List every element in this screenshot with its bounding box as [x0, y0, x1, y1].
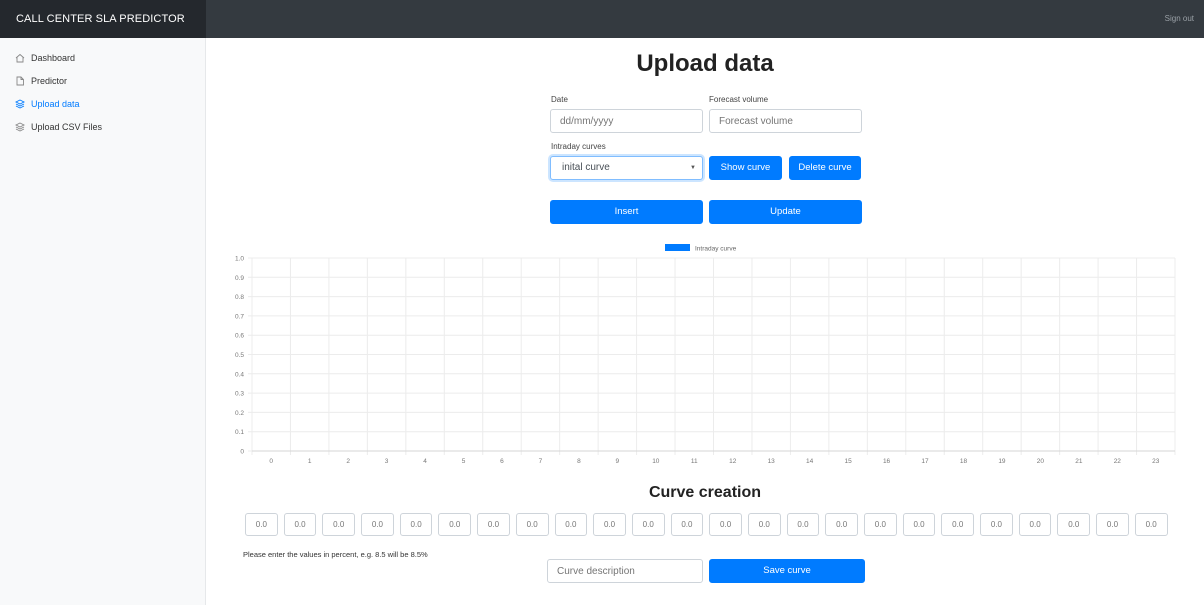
date-field[interactable] [550, 109, 703, 133]
x-tick-label: 0 [269, 458, 273, 465]
y-tick-label: 0 [240, 449, 244, 456]
sidebar-item-predictor[interactable]: Predictor [0, 69, 205, 92]
x-tick-label: 15 [844, 458, 852, 465]
y-tick-label: 0.2 [235, 410, 244, 417]
curve-value-input-23[interactable]: 0.0 [1134, 513, 1168, 536]
x-tick-label: 23 [1152, 458, 1160, 465]
x-tick-label: 1 [308, 458, 312, 465]
y-tick-label: 0.9 [235, 275, 244, 282]
curve-value-input-2[interactable]: 0.0 [322, 513, 356, 536]
select-value: inital curve [562, 162, 610, 173]
curve-value-input-13[interactable]: 0.0 [747, 513, 781, 536]
layers-icon [15, 121, 25, 132]
percent-hint: Please enter the values in percent, e.g.… [243, 550, 428, 559]
curve-value-input-17[interactable]: 0.0 [902, 513, 936, 536]
y-tick-label: 0.3 [235, 391, 244, 398]
curve-value-input-0[interactable]: 0.0 [245, 513, 278, 536]
x-tick-label: 2 [346, 458, 350, 465]
date-label: Date [551, 95, 568, 104]
curve-value-input-10[interactable]: 0.0 [631, 513, 665, 536]
sidebar-item-upload-data[interactable]: Upload data [0, 92, 205, 115]
x-tick-label: 3 [385, 458, 389, 465]
x-tick-label: 19 [998, 458, 1006, 465]
y-tick-label: 0.1 [235, 429, 244, 436]
x-tick-label: 16 [883, 458, 891, 465]
curve-description-field[interactable] [547, 559, 703, 583]
x-tick-label: 21 [1075, 458, 1083, 465]
curve-value-input-22[interactable]: 0.0 [1096, 513, 1129, 536]
y-tick-label: 1.0 [235, 256, 244, 263]
show-curve-button[interactable]: Show curve [709, 156, 782, 180]
curve-value-input-8[interactable]: 0.0 [554, 513, 588, 536]
x-tick-label: 17 [921, 458, 929, 465]
curve-value-input-12[interactable]: 0.0 [709, 513, 742, 536]
x-tick-label: 11 [691, 458, 698, 465]
delete-curve-button[interactable]: Delete curve [789, 156, 861, 180]
y-tick-label: 0.4 [235, 371, 244, 378]
x-tick-label: 22 [1114, 458, 1122, 465]
y-tick-label: 0.6 [235, 333, 244, 340]
chevron-down-icon: ▼ [690, 165, 696, 171]
curve-value-input-18[interactable]: 0.0 [941, 513, 975, 536]
x-tick-label: 5 [462, 458, 466, 465]
home-icon [15, 53, 25, 62]
legend-label: Intraday curve [695, 246, 737, 253]
y-tick-label: 0.8 [235, 294, 244, 301]
intraday-curve-chart: Intraday curve 0 0.1 0.2 0.3 0.4 0.5 0.6 0.7 0.8… [235, 244, 1176, 465]
sidebar-item-label: Predictor [31, 75, 68, 86]
x-tick-label: 4 [423, 458, 427, 465]
curve-value-input-6[interactable]: 0.0 [477, 513, 510, 536]
curve-value-input-21[interactable]: 0.0 [1057, 513, 1091, 536]
sidebar: Dashboard Predictor Upload data Upload C… [0, 38, 206, 605]
curve-value-input-15[interactable]: 0.0 [825, 513, 858, 536]
intraday-curves-label: Intraday curves [551, 142, 606, 151]
top-navbar: CALL CENTER SLA PREDICTOR Sign out [0, 0, 1204, 38]
curve-value-input-19[interactable]: 0.0 [980, 513, 1013, 536]
layers-icon [15, 98, 25, 109]
curve-creation-title: Curve creation [648, 484, 762, 501]
forecast-volume-field[interactable] [709, 109, 862, 133]
file-icon [16, 76, 24, 85]
sidebar-item-label: Upload data [31, 98, 80, 109]
page-title: Upload data [636, 50, 774, 77]
legend-swatch [665, 244, 690, 251]
forecast-volume-label: Forecast volume [709, 95, 769, 104]
update-button[interactable]: Update [709, 200, 862, 224]
curve-value-input-9[interactable]: 0.0 [593, 513, 626, 536]
x-tick-label: 20 [1037, 458, 1045, 465]
curve-value-input-16[interactable]: 0.0 [864, 513, 897, 536]
sidebar-item-upload-csv-files[interactable]: Upload CSV Files [0, 115, 205, 138]
curve-value-inputs: 0.0 0.0 0.0 0.0 0.0 0.0 0.0 0.0 0.0 0.0 0.0 0.0 0.0 0… [245, 513, 1168, 536]
x-tick-label: 7 [539, 458, 543, 465]
brand-title[interactable]: CALL CENTER SLA PREDICTOR [0, 0, 206, 38]
x-tick-label: 12 [729, 458, 737, 465]
curve-value-input-1[interactable]: 0.0 [283, 513, 317, 536]
curve-value-input-14[interactable]: 0.0 [786, 513, 820, 536]
sidebar-item-label: Upload CSV Files [31, 121, 103, 132]
curve-value-input-7[interactable]: 0.0 [515, 513, 549, 536]
curve-value-input-4[interactable]: 0.0 [399, 513, 433, 536]
sign-out-link[interactable]: Sign out [1165, 0, 1194, 38]
sidebar-item-label: Dashboard [31, 52, 76, 63]
sidebar-item-dashboard[interactable]: Dashboard [0, 46, 205, 69]
intraday-curve-select[interactable]: inital curve ▼ [550, 156, 703, 180]
curve-value-input-3[interactable]: 0.0 [361, 513, 394, 536]
x-tick-label: 10 [652, 458, 660, 465]
x-tick-label: 9 [616, 458, 620, 465]
insert-button[interactable]: Insert [550, 200, 703, 224]
x-tick-label: 8 [577, 458, 581, 465]
curve-value-input-11[interactable]: 0.0 [670, 513, 704, 536]
y-tick-label: 0.7 [235, 313, 244, 320]
y-tick-label: 0.5 [235, 352, 244, 359]
x-tick-label: 6 [500, 458, 504, 465]
x-tick-label: 18 [960, 458, 968, 465]
curve-value-input-5[interactable]: 0.0 [438, 513, 472, 536]
save-curve-button[interactable]: Save curve [709, 559, 865, 583]
x-tick-label: 13 [768, 458, 776, 465]
curve-value-input-20[interactable]: 0.0 [1018, 513, 1052, 536]
x-tick-label: 14 [806, 458, 814, 465]
